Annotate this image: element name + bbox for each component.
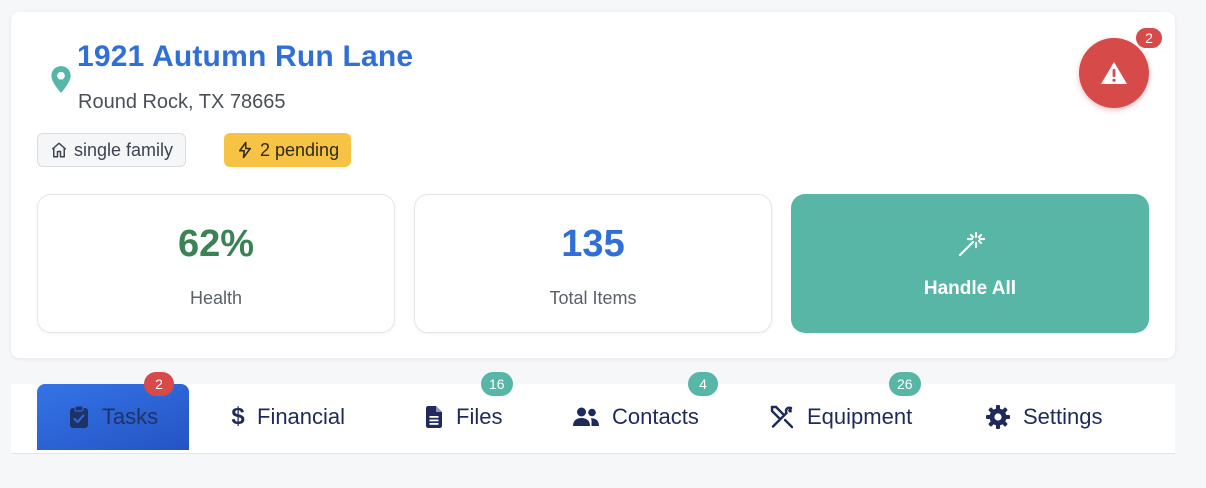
- clipboard-check-icon: [69, 405, 88, 428]
- home-icon: [51, 142, 67, 158]
- property-type-label: single family: [74, 139, 174, 160]
- health-value: 62%: [177, 223, 255, 265]
- tab-financial[interactable]: $ Financial: [231, 384, 345, 450]
- map-pin-icon: [51, 66, 71, 93]
- pending-label: 2 pending: [260, 139, 340, 160]
- bolt-icon: [239, 141, 251, 159]
- tab-financial-label: Financial: [257, 404, 346, 429]
- tab-contacts-badge: 4: [688, 372, 718, 396]
- alert-count-badge: 2: [1134, 26, 1164, 50]
- tab-equipment-label: Equipment: [807, 404, 913, 429]
- property-type-chip: single family: [37, 133, 187, 167]
- warning-triangle-icon: [1101, 62, 1127, 84]
- magic-wand-icon: [958, 231, 986, 257]
- tab-equipment[interactable]: Equipment: [769, 384, 912, 450]
- tab-settings-label: Settings: [1023, 404, 1103, 429]
- gear-icon: [986, 405, 1010, 429]
- alert-button[interactable]: [1079, 38, 1149, 108]
- tab-files-label: Files: [456, 404, 503, 429]
- handle-all-button[interactable]: Handle All: [791, 194, 1149, 333]
- tab-tasks-label: Tasks: [101, 404, 159, 429]
- property-city: Round Rock, TX 78665: [78, 91, 286, 113]
- file-icon: [426, 406, 442, 428]
- tab-settings[interactable]: Settings: [985, 384, 1103, 450]
- health-stat-card: 62% Health: [37, 194, 395, 333]
- pending-chip: 2 pending: [224, 133, 352, 167]
- total-items-label: Total Items: [549, 288, 637, 308]
- tab-tasks-badge: 2: [144, 372, 174, 396]
- tab-files-badge: 16: [481, 372, 513, 396]
- property-address: 1921 Autumn Run Lane: [77, 40, 414, 73]
- total-items-stat-card: 135 Total Items: [414, 194, 772, 333]
- total-items-value: 135: [561, 223, 625, 265]
- health-label: Health: [189, 288, 243, 308]
- dollar-icon: $: [231, 403, 245, 430]
- tab-contacts-label: Contacts: [612, 404, 699, 429]
- property-card: 1921 Autumn Run Lane Round Rock, TX 7866…: [11, 12, 1175, 358]
- handle-all-label: Handle All: [923, 278, 1017, 299]
- tab-equipment-badge: 26: [889, 372, 921, 396]
- tab-contacts[interactable]: Contacts: [572, 384, 699, 450]
- tab-bar: Tasks 2 $ Financial Files 16 Contacts 4: [11, 372, 1175, 454]
- tools-icon: [770, 405, 794, 429]
- users-icon: [573, 407, 599, 426]
